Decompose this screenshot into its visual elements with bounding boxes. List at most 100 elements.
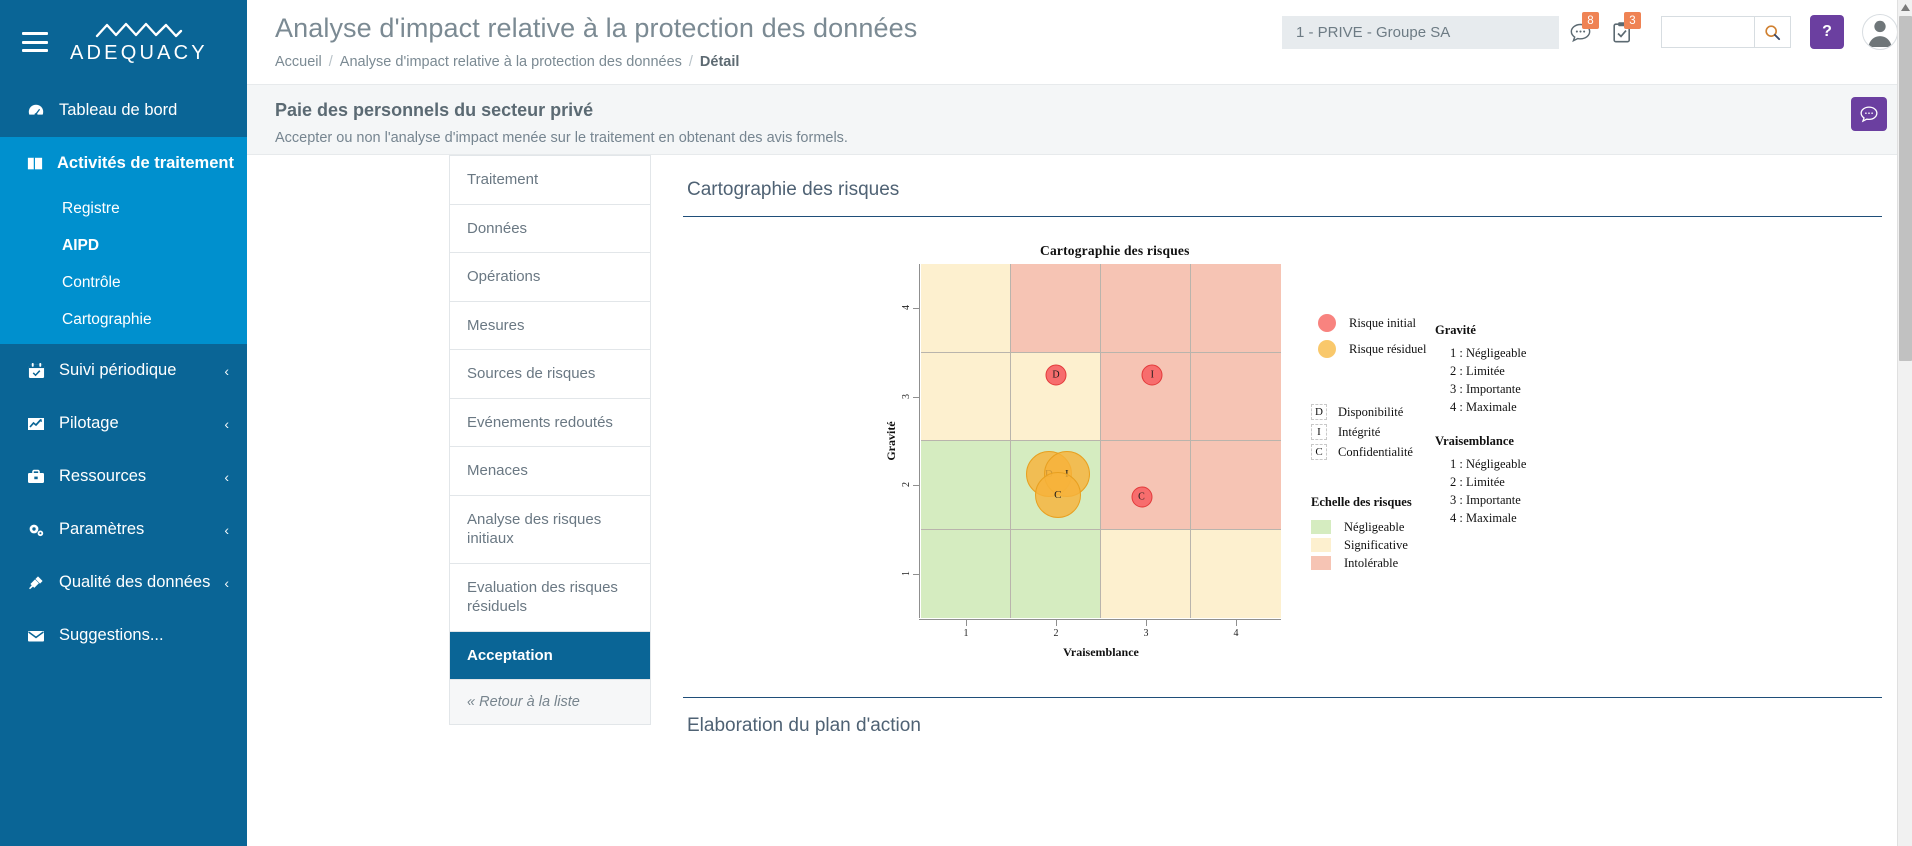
tab-label: Traitement <box>467 171 539 188</box>
back-to-list-label: « Retour à la liste <box>467 694 580 710</box>
sidebar-item-label: Suggestions... <box>59 626 164 644</box>
comment-dots-icon <box>1860 106 1878 123</box>
scale-row: 1 : Négligeable <box>1450 346 1527 360</box>
context-select-value: 1 - PRIVE - Groupe SA <box>1296 23 1451 41</box>
chart-title: Cartographie des risques <box>1040 243 1190 258</box>
search-button[interactable] <box>1754 16 1791 48</box>
x-tick-4: 4 <box>1233 628 1239 639</box>
help-button[interactable]: ? <box>1810 15 1844 49</box>
sidebar-subitem-registre[interactable]: Registre <box>0 190 247 227</box>
tab-label: Menaces <box>467 462 528 479</box>
legend-key: I <box>1311 424 1327 440</box>
hamburger-menu-icon[interactable] <box>22 32 48 52</box>
tab-mesures[interactable]: Mesures <box>450 300 650 350</box>
tab-evaluation-des-risques-residuels[interactable]: Evaluation des risques résiduels <box>450 562 650 631</box>
legend-label: Risque résiduel <box>1349 341 1427 356</box>
subheader-description: Accepter ou non l'analyse d'impact menée… <box>275 130 848 146</box>
tab-label: Acceptation <box>467 646 553 664</box>
tab-donnees[interactable]: Données <box>450 203 650 253</box>
legend-item: Risque initial <box>1318 310 1426 336</box>
tab-traitement[interactable]: Traitement <box>450 155 650 204</box>
legend-item: Significative <box>1311 536 1412 554</box>
sidebar-subitem-controle[interactable]: Contrôle <box>0 264 247 301</box>
scale-row: 3 : Importante <box>1450 382 1521 396</box>
tab-analyse-des-risques-initiaux[interactable]: Analyse des risques initiaux <box>450 494 650 563</box>
sidebar-item-pilotage[interactable]: Pilotage ‹ <box>0 397 247 450</box>
search-icon <box>1765 24 1781 40</box>
x-tick-mark <box>1236 620 1237 626</box>
scales-legend: Gravité 1 : Négligeable 2 : Limitée 3 : … <box>1435 323 1526 527</box>
search-input[interactable] <box>1661 16 1754 48</box>
tab-operations[interactable]: Opérations <box>450 252 650 301</box>
risk-cell <box>1011 529 1101 618</box>
chevron-left-icon: ‹ <box>224 415 229 432</box>
swatch-significative <box>1311 538 1331 552</box>
x-tick-mark <box>966 620 967 626</box>
scale-row: 1 : Négligeable <box>1450 457 1527 471</box>
sidebar-item-label: Pilotage <box>59 414 119 432</box>
risk-cell <box>1191 441 1281 530</box>
sidebar-item-qualite-des-donnees[interactable]: Qualité des données ‹ <box>0 556 247 609</box>
legend-risk-scale: Echelle des risques Négligeable Signific… <box>1311 495 1412 572</box>
scale-title-vraisemblance: Vraisemblance <box>1435 434 1514 448</box>
breadcrumb: Accueil / Analyse d'impact relative à la… <box>275 54 917 70</box>
dashboard-icon <box>26 102 46 120</box>
plot-wrapper: 4 3 2 1 1 2 3 4 Gravité Vraisemblance D … <box>884 264 1281 659</box>
brand-logo[interactable]: ADEQUACY <box>70 22 208 63</box>
sidebar-subitem-cartographie[interactable]: Cartographie <box>0 301 247 338</box>
risk-bubble-initial-C[interactable]: C <box>1131 486 1152 508</box>
avatar[interactable] <box>1862 14 1898 50</box>
user-avatar-icon <box>1868 20 1892 48</box>
risk-bubble-initial-D[interactable]: D <box>1045 364 1067 386</box>
legend-label: Intolérable <box>1344 555 1399 570</box>
context-select[interactable]: 1 - PRIVE - Groupe SA <box>1282 15 1559 49</box>
messages-button[interactable]: 8 <box>1559 10 1601 54</box>
y-tick-mark <box>913 308 919 310</box>
back-to-list-link[interactable]: « Retour à la liste <box>450 679 650 724</box>
breadcrumb-separator: / <box>328 53 333 70</box>
scale-row: 4 : Maximale <box>1450 400 1517 414</box>
content-area: Traitement Données Opérations Mesures So… <box>247 155 1912 737</box>
scroll-up-icon[interactable] <box>1898 0 1912 15</box>
topbar: Analyse d'impact relative à la protectio… <box>247 0 1912 84</box>
sidebar-subitem-aipd[interactable]: AIPD <box>0 227 247 264</box>
sidebar-subitem-label: AIPD <box>62 236 100 254</box>
plug-icon <box>26 574 46 591</box>
tab-evenements-redoutes[interactable]: Evénements redoutés <box>450 397 650 447</box>
y-tick-1: 1 <box>901 570 912 576</box>
x-tick-1: 1 <box>963 628 969 639</box>
chevron-left-icon: ‹ <box>224 574 229 591</box>
legend-item: Intolérable <box>1311 554 1412 572</box>
sidebar-item-activites-de-traitement[interactable]: Activités de traitement <box>0 137 247 190</box>
help-label: ? <box>1822 23 1832 40</box>
legend-label: Disponibilité <box>1338 404 1404 419</box>
breadcrumb-item-accueil[interactable]: Accueil <box>275 54 322 70</box>
chat-button[interactable] <box>1851 97 1887 131</box>
sidebar-item-parametres[interactable]: Paramètres ‹ <box>0 503 247 556</box>
tab-acceptation[interactable]: Acceptation <box>450 630 650 679</box>
sidebar-item-suivi-periodique[interactable]: Suivi périodique ‹ <box>0 344 247 397</box>
tab-menaces[interactable]: Menaces <box>450 446 650 495</box>
sidebar-item-tableau-de-bord[interactable]: Tableau de bord <box>0 84 247 137</box>
tab-sources-de-risques[interactable]: Sources de risques <box>450 349 650 398</box>
breadcrumb-item-analyse[interactable]: Analyse d'impact relative à la protectio… <box>340 54 682 70</box>
tab-label: Données <box>467 219 528 237</box>
page-scrollbar[interactable] <box>1897 0 1912 846</box>
tab-list: Traitement Données Opérations Mesures So… <box>449 155 651 725</box>
x-tick-mark <box>1056 620 1057 626</box>
legend-item: Négligeable <box>1311 518 1412 536</box>
sidebar: ADEQUACY Tableau de bord Activités de tr… <box>0 0 247 846</box>
risk-bubble-initial-I[interactable]: I <box>1141 364 1163 386</box>
legend-label: Risque initial <box>1349 315 1417 330</box>
sidebar-brand: ADEQUACY <box>0 0 247 84</box>
scrollbar-thumb[interactable] <box>1899 16 1912 361</box>
y-axis <box>919 264 920 618</box>
tasks-button[interactable]: 3 <box>1601 10 1643 54</box>
risk-residual-dot <box>1318 340 1336 358</box>
risk-map-chart: Cartographie des risques 4 3 2 1 1 2 3 4… <box>683 217 1882 677</box>
risk-bubble-residual-C[interactable]: C <box>1034 471 1081 518</box>
sidebar-item-ressources[interactable]: Ressources ‹ <box>0 450 247 503</box>
sidebar-item-suggestions[interactable]: Suggestions... <box>0 609 247 662</box>
swatch-negligeable <box>1311 520 1331 534</box>
